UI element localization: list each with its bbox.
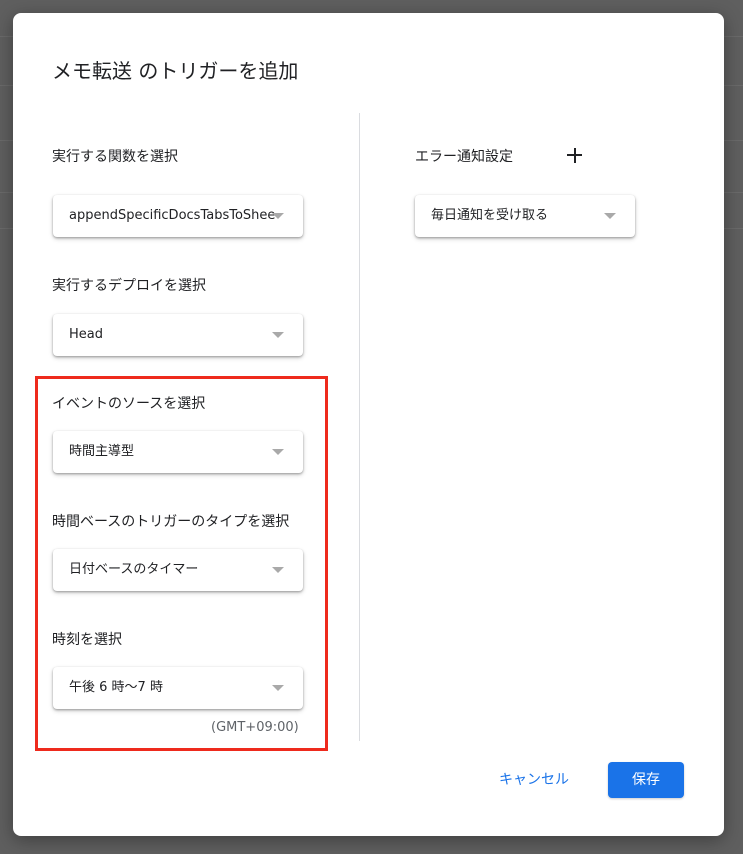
caret-down-icon [272, 332, 284, 338]
add-trigger-dialog: メモ転送 のトリガーを追加 実行する関数を選択 appendSpecificDo… [13, 13, 724, 836]
deployment-label: 実行するデプロイを選択 [52, 278, 206, 294]
dialog-title: メモ転送 のトリガーを追加 [52, 59, 299, 83]
deployment-select[interactable]: Head [53, 314, 303, 356]
error-notification-select[interactable]: 毎日通知を受け取る [415, 195, 635, 237]
highlight-box [35, 376, 328, 751]
caret-down-icon [604, 213, 616, 219]
column-divider [359, 113, 360, 741]
deployment-select-value: Head [69, 327, 103, 342]
function-select[interactable]: appendSpecificDocsTabsToSheet [53, 195, 303, 237]
function-label: 実行する関数を選択 [52, 149, 178, 165]
cancel-button[interactable]: キャンセル [487, 762, 581, 798]
save-button[interactable]: 保存 [608, 762, 684, 798]
function-select-value: appendSpecificDocsTabsToSheet [69, 208, 275, 223]
error-notification-label: エラー通知設定 [415, 149, 513, 165]
caret-down-icon [272, 213, 284, 219]
plus-icon[interactable] [567, 148, 582, 163]
error-notification-select-value: 毎日通知を受け取る [431, 208, 549, 223]
